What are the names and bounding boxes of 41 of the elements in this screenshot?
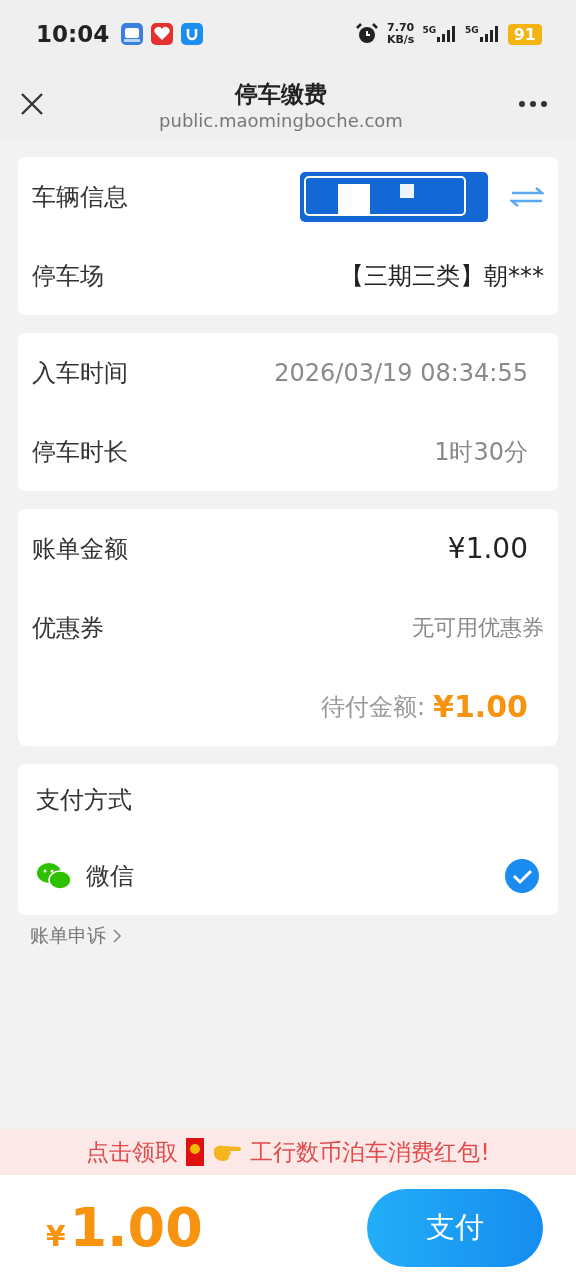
chat-bubbles-icon <box>36 860 72 891</box>
signal-icon <box>479 25 500 43</box>
appeal-link[interactable]: 账单申诉 <box>18 923 558 949</box>
coupon-value: 无可用优惠券 <box>412 613 544 642</box>
check-icon[interactable] <box>504 857 540 894</box>
payment-option[interactable]: 微信 <box>36 836 544 915</box>
banner-text[interactable]: 点击领取 <box>86 1136 179 1168</box>
status-time: 10:04 <box>36 21 110 47</box>
due-amount: ¥1.00 <box>433 689 528 724</box>
row-value: 1时30分 <box>434 436 529 468</box>
row-value: 【三期三类】朝*** <box>340 260 544 292</box>
more-icon[interactable] <box>518 100 548 108</box>
app-icon <box>151 23 174 45</box>
currency-symbol: ¥ <box>46 1220 66 1253</box>
row-value: 2026/03/19 08:34:55 <box>274 358 529 387</box>
page-url: public.maomingboche.com <box>159 109 403 131</box>
close-icon[interactable] <box>20 92 44 116</box>
signal-icon <box>437 25 458 43</box>
alarm-clock-icon <box>354 22 379 46</box>
row-label: 车辆信息 <box>32 181 128 213</box>
battery-level: 91 <box>507 23 542 45</box>
row-label: 优惠券 <box>32 612 104 644</box>
banner-text[interactable]: 工行数币泊车消费红包! <box>250 1136 490 1168</box>
payment-name: 微信 <box>86 860 134 892</box>
section-title: 支付方式 <box>36 785 132 816</box>
app-icon <box>121 23 144 45</box>
total-amount: 1.00 <box>69 1196 203 1259</box>
chevron-right-icon <box>112 928 122 944</box>
row-label: 账单金额 <box>32 533 128 565</box>
network-type: 5G <box>422 25 437 35</box>
network-type: 5G <box>465 25 479 35</box>
row-label: 停车场 <box>32 260 104 292</box>
page-title: 停车缴费 <box>235 79 327 109</box>
bill-amount: ¥1.00 <box>447 532 529 565</box>
row-label: 入车时间 <box>32 357 128 389</box>
app-icon <box>181 23 204 45</box>
envelope-icon <box>186 1138 205 1166</box>
pay-button[interactable]: 支付 <box>367 1188 543 1267</box>
due-label: 待付金额: <box>321 691 426 723</box>
network-speed: 7.70 KB/s <box>386 22 415 46</box>
row-label: 停车时长 <box>32 436 128 468</box>
